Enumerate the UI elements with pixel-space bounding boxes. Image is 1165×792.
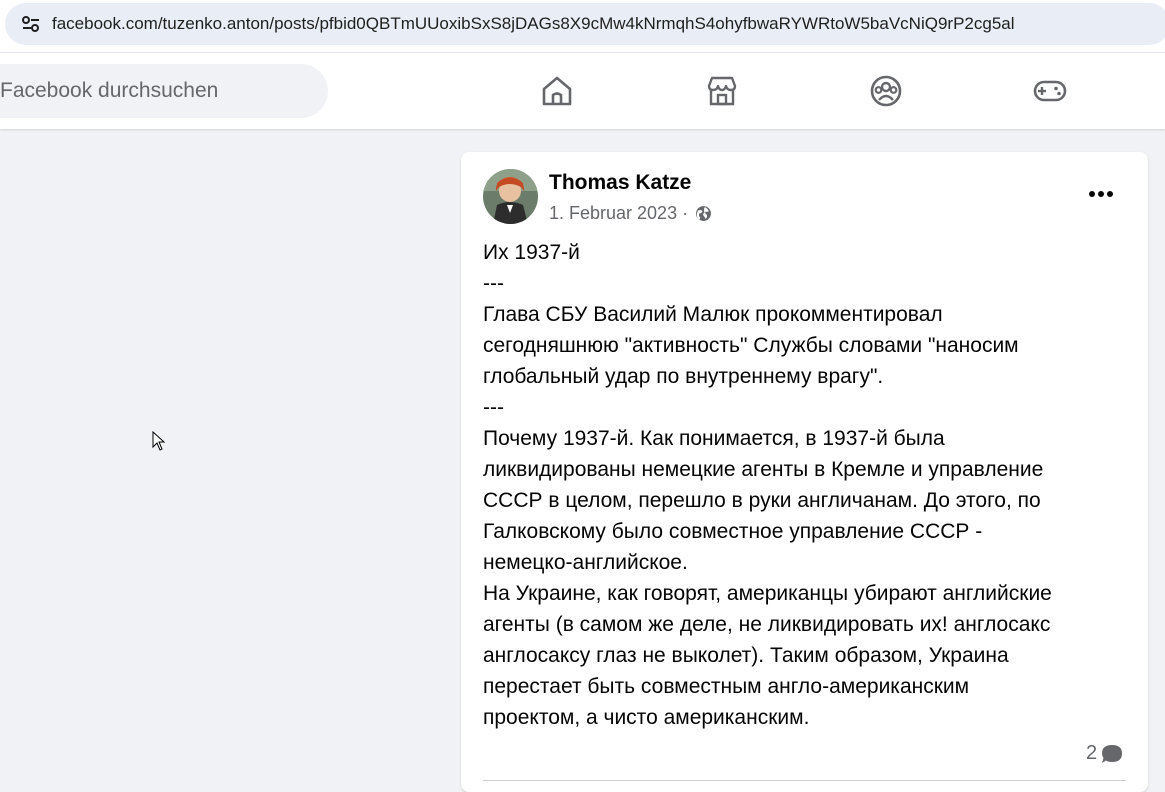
author-name[interactable]: Thomas Katze [549,171,691,195]
comment-icon [1102,744,1123,763]
avatar[interactable] [483,169,538,224]
post-line: --- [483,396,504,419]
home-icon[interactable] [537,71,577,111]
post-line: Глава СБУ Василий Малюк прокомментировал [483,303,943,326]
comment-count-button[interactable]: 2 [1086,742,1123,765]
gaming-icon[interactable] [1030,71,1070,111]
post-line: проектом, а чисто американским. [483,706,810,729]
globe-icon[interactable] [695,205,712,222]
post-line: сегодняшнюю "активность" Службы словами … [483,334,1019,357]
post-line: Галковскому было совместное управление С… [483,520,983,543]
search-box[interactable] [0,64,328,118]
post-line: На Украине, как говорят, американцы убир… [483,582,1052,605]
post-meta: 1. Februar 2023 · [549,203,712,224]
post-card: Thomas Katze 1. Februar 2023 · Их 1937-й… [461,152,1148,792]
post-line: --- [483,272,504,295]
mouse-cursor-icon [152,431,166,451]
post-line: перестает быть совместным англо-американ… [483,675,970,698]
post-line: немецко-английское. [483,551,688,574]
post-line: англосаксу глаз не выколет). Таким образ… [483,644,1009,667]
groups-icon[interactable] [866,71,906,111]
post-body: Их 1937-й --- Глава СБУ Василий Малюк пр… [483,237,1133,733]
post-line: агенты (в самом же деле, не ликвидироват… [483,613,1051,636]
url-text[interactable]: facebook.com/tuzenko.anton/posts/pfbid0Q… [52,14,1015,34]
post-line: Почему 1937-й. Как понимается, в 1937-й … [483,427,945,450]
post-line: глобальный удар по внутреннему врагу". [483,365,884,388]
post-line: Их 1937-й [483,241,580,264]
comment-count: 2 [1086,742,1098,764]
post-date[interactable]: 1. Februar 2023 [549,203,677,224]
divider [483,780,1126,781]
marketplace-icon[interactable] [702,71,742,111]
more-options-button[interactable] [1081,176,1121,212]
facebook-header [0,53,1165,129]
tune-icon[interactable] [21,14,41,34]
search-input[interactable] [0,64,320,118]
browser-toolbar: facebook.com/tuzenko.anton/posts/pfbid0Q… [0,0,1165,53]
more-options-icon [1089,191,1113,197]
meta-separator: · [682,203,689,223]
address-bar[interactable]: facebook.com/tuzenko.anton/posts/pfbid0Q… [5,3,1165,45]
post-line: ликвидированы немецкие агенты в Кремле и… [483,458,1044,481]
post-line: СССР в целом, перешло в руки англичанам.… [483,489,1041,512]
